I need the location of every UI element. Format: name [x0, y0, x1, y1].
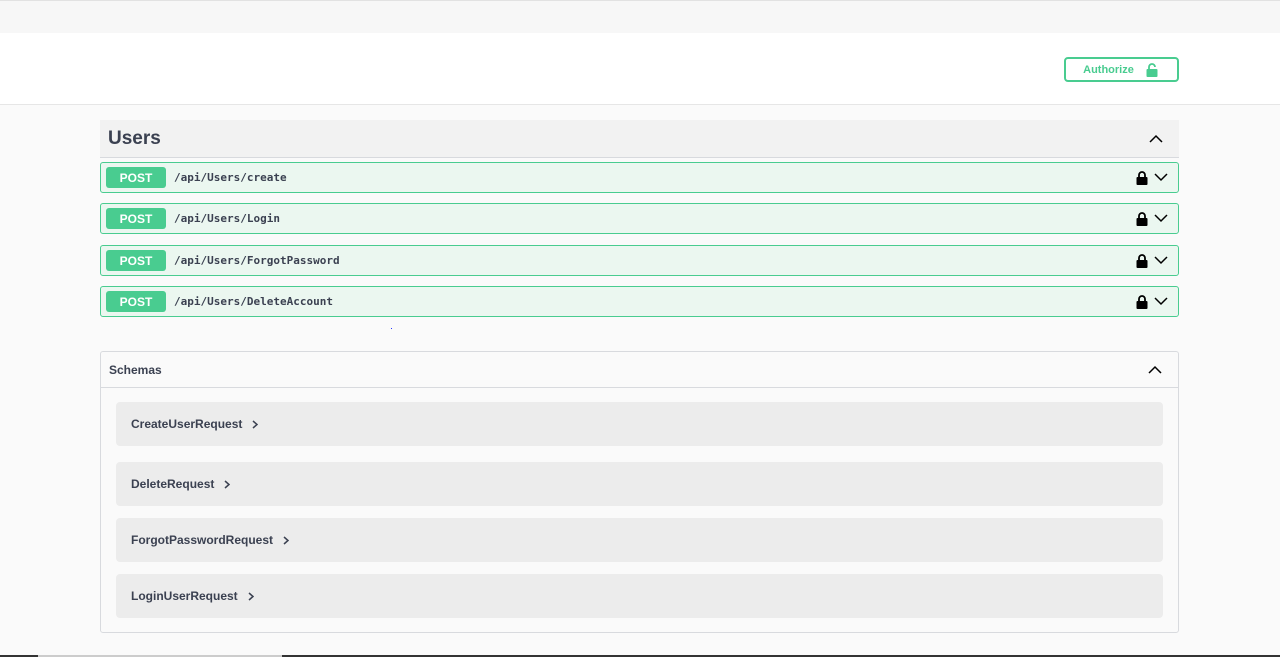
model-name: ForgotPasswordRequest: [131, 533, 274, 547]
schemas-section: Schemas CreateUserRequest DeleteRequest …: [100, 351, 1179, 633]
auth-wrapper: Authorize: [0, 33, 1280, 105]
unlock-icon: [1146, 62, 1158, 77]
authorize-button[interactable]: Authorize: [1064, 57, 1179, 82]
stray-pixel: [391, 328, 392, 329]
chevron-up-icon[interactable]: [1148, 361, 1162, 379]
model-login-user-request[interactable]: LoginUserRequest: [116, 574, 1163, 618]
chevron-down-icon[interactable]: [1154, 173, 1168, 182]
model-name: DeleteRequest: [131, 477, 215, 491]
model-create-user-request[interactable]: CreateUserRequest: [116, 402, 1163, 446]
chevron-right-icon: [248, 591, 254, 601]
chevron-right-icon: [252, 419, 259, 429]
method-badge: POST: [106, 250, 166, 271]
lock-icon[interactable]: [1136, 211, 1148, 226]
model-delete-request[interactable]: DeleteRequest: [116, 462, 1163, 506]
lock-icon[interactable]: [1136, 253, 1148, 268]
operation-post-delete-account[interactable]: POST /api/Users/DeleteAccount: [100, 286, 1179, 317]
lock-icon[interactable]: [1136, 294, 1148, 309]
operation-post-create[interactable]: POST /api/Users/create: [100, 162, 1179, 193]
chevron-up-icon[interactable]: [1149, 134, 1163, 143]
model-name: LoginUserRequest: [131, 589, 238, 603]
operation-post-forgot-password[interactable]: POST /api/Users/ForgotPassword: [100, 245, 1179, 276]
model-name: CreateUserRequest: [131, 417, 243, 431]
chevron-right-icon: [224, 479, 231, 489]
operation-path: /api/Users/DeleteAccount: [174, 295, 333, 308]
model-forgot-password-request[interactable]: ForgotPasswordRequest: [116, 518, 1163, 562]
top-bar: [0, 0, 1280, 34]
operation-path: /api/Users/ForgotPassword: [174, 254, 340, 267]
authorize-label: Authorize: [1083, 63, 1134, 76]
schemas-header[interactable]: Schemas: [101, 352, 1178, 388]
tag-title: Users: [108, 127, 161, 149]
method-badge: POST: [106, 208, 166, 229]
chevron-down-icon[interactable]: [1154, 256, 1168, 265]
operation-post-login[interactable]: POST /api/Users/Login: [100, 203, 1179, 234]
schemas-title: Schemas: [109, 362, 162, 377]
chevron-down-icon[interactable]: [1154, 214, 1168, 223]
operation-path: /api/Users/Login: [174, 212, 280, 225]
method-badge: POST: [106, 167, 166, 188]
method-badge: POST: [106, 291, 166, 312]
lock-icon[interactable]: [1136, 170, 1148, 185]
operation-path: /api/Users/create: [174, 171, 287, 184]
chevron-down-icon[interactable]: [1154, 297, 1168, 306]
chevron-right-icon: [283, 535, 290, 545]
tag-section-users[interactable]: Users: [100, 120, 1179, 158]
